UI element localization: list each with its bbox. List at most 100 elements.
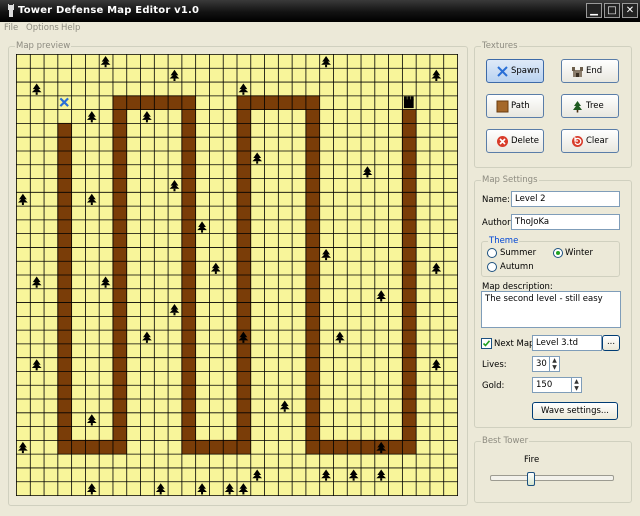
path-tile[interactable] (401, 329, 417, 345)
path-tile[interactable] (401, 150, 417, 165)
path-tile[interactable] (181, 150, 196, 165)
path-tile[interactable] (305, 274, 320, 289)
path-tile[interactable] (236, 302, 251, 317)
path-tile[interactable] (346, 439, 362, 455)
path-tile[interactable] (305, 302, 320, 317)
menu-options[interactable]: Options (26, 23, 59, 33)
path-tile[interactable] (57, 164, 72, 179)
path-tile[interactable] (401, 136, 417, 152)
path-tile[interactable] (195, 439, 210, 455)
path-tile[interactable] (236, 150, 251, 165)
path-tile[interactable] (112, 412, 127, 427)
path-tile[interactable] (57, 274, 72, 289)
path-tile[interactable] (236, 178, 251, 193)
path-tile[interactable] (57, 233, 72, 248)
path-tile[interactable] (181, 122, 196, 138)
path-tile[interactable] (181, 95, 196, 110)
path-tile[interactable] (236, 426, 251, 441)
path-tile[interactable] (401, 398, 417, 413)
path-tile[interactable] (57, 315, 72, 331)
path-tile[interactable] (401, 426, 417, 441)
path-tile[interactable] (305, 191, 320, 207)
path-tile[interactable] (57, 205, 72, 220)
theme-winter-radio[interactable] (553, 248, 563, 258)
name-input[interactable]: Level 2 (511, 191, 620, 207)
theme-autumn-radio[interactable] (487, 262, 497, 272)
path-tile[interactable] (401, 178, 417, 193)
path-tile[interactable] (305, 329, 320, 345)
best-tower-slider-track[interactable] (490, 475, 614, 481)
path-tile[interactable] (401, 288, 417, 303)
path-tile[interactable] (112, 122, 127, 138)
path-tile[interactable] (305, 426, 320, 441)
path-tile[interactable] (112, 288, 127, 303)
theme-summer-radio[interactable] (487, 248, 497, 258)
path-tile[interactable] (181, 274, 196, 289)
path-tile[interactable] (401, 191, 417, 207)
path-tile[interactable] (401, 439, 417, 455)
path-tile[interactable] (181, 164, 196, 179)
lives-spinner[interactable]: ▲ ▼ (549, 356, 560, 372)
path-tile[interactable] (305, 384, 320, 400)
path-tile[interactable] (401, 246, 417, 262)
path-tile[interactable] (291, 95, 307, 110)
path-tile[interactable] (181, 205, 196, 220)
path-tile[interactable] (236, 412, 251, 427)
path-tile[interactable] (181, 384, 196, 400)
path-tile[interactable] (319, 439, 334, 455)
path-tile[interactable] (181, 219, 196, 234)
path-tile[interactable] (57, 150, 72, 165)
path-tile[interactable] (305, 398, 320, 413)
author-input[interactable]: ThoJoKa (511, 214, 620, 230)
path-tile[interactable] (181, 329, 196, 345)
path-tile[interactable] (181, 439, 196, 455)
path-tile[interactable] (305, 315, 320, 331)
path-tile[interactable] (181, 233, 196, 248)
path-tile[interactable] (236, 233, 251, 248)
path-tile[interactable] (57, 412, 72, 427)
path-tile[interactable] (57, 370, 72, 386)
path-tile[interactable] (236, 164, 251, 179)
path-tile[interactable] (112, 426, 127, 441)
path-tile[interactable] (112, 164, 127, 179)
path-tile[interactable] (305, 370, 320, 386)
path-tile[interactable] (181, 412, 196, 427)
path-tile[interactable] (112, 329, 127, 345)
path-tile[interactable] (84, 439, 100, 455)
path-tile[interactable] (236, 398, 251, 413)
delete-button[interactable]: Delete (486, 129, 544, 153)
path-tile[interactable] (401, 302, 417, 317)
next-map-checkbox[interactable] (481, 338, 492, 349)
path-tile[interactable] (112, 274, 127, 289)
map-canvas[interactable] (16, 54, 458, 496)
path-tile[interactable] (112, 246, 127, 262)
path-tile[interactable] (181, 370, 196, 386)
path-tile[interactable] (181, 178, 196, 193)
path-tile[interactable] (112, 357, 127, 372)
path-tile[interactable] (112, 178, 127, 193)
path-tile[interactable] (236, 439, 251, 455)
path-tile[interactable] (236, 219, 251, 234)
path-tile[interactable] (126, 95, 141, 110)
path-tile[interactable] (57, 219, 72, 234)
path-tile[interactable] (401, 164, 417, 179)
path-tile[interactable] (181, 315, 196, 331)
path-tile[interactable] (112, 343, 127, 358)
path-tile[interactable] (112, 370, 127, 386)
best-tower-slider-thumb[interactable] (526, 472, 535, 486)
path-tile[interactable] (57, 329, 72, 345)
description-textarea[interactable]: The second level - still easy (481, 291, 621, 328)
path-tile[interactable] (167, 95, 182, 110)
path-tile[interactable] (236, 136, 251, 152)
wave-settings-button[interactable]: Wave settings... (532, 402, 618, 420)
path-tile[interactable] (181, 302, 196, 317)
path-tile[interactable] (112, 233, 127, 248)
path-tile[interactable] (264, 95, 279, 110)
path-tile[interactable] (181, 343, 196, 358)
path-tile[interactable] (57, 398, 72, 413)
path-tile[interactable] (388, 439, 403, 455)
path-tile[interactable] (236, 95, 251, 110)
path-tile[interactable] (360, 439, 375, 455)
path-tile[interactable] (401, 274, 417, 289)
path-tile[interactable] (112, 315, 127, 331)
